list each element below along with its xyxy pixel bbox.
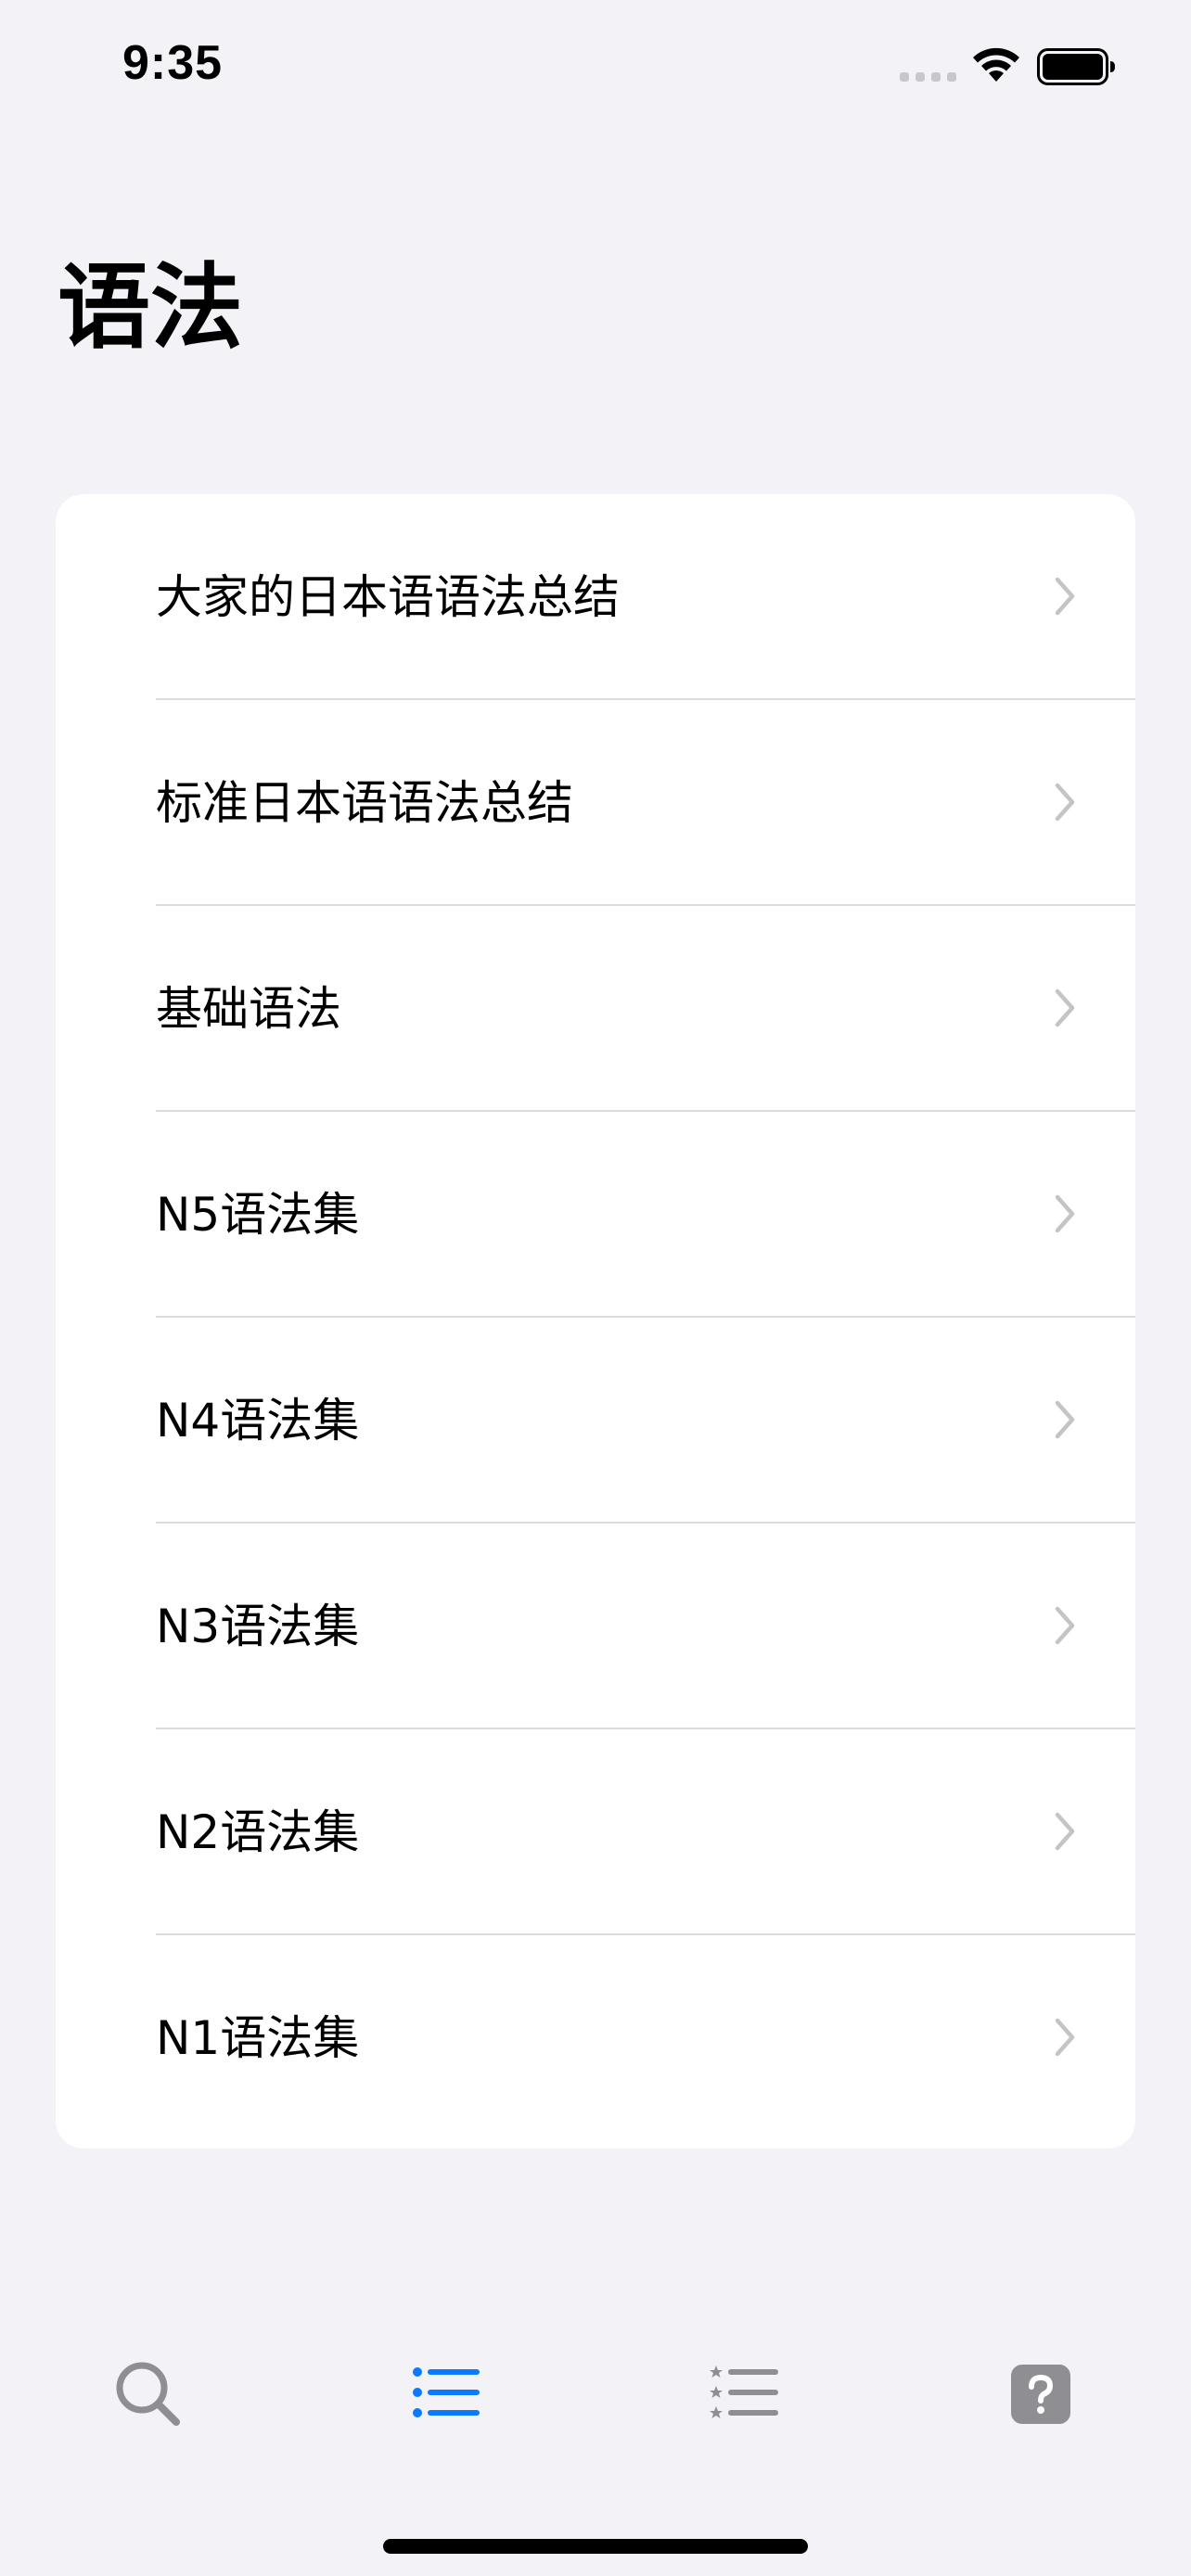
search-icon [116,2362,180,2426]
chevron-right-icon [1055,1400,1075,1439]
list-item-label: N4语法集 [156,1394,360,1447]
wifi-icon [973,47,1019,82]
list-item-label: N5语法集 [156,1188,360,1242]
home-indicator[interactable] [383,2539,808,2554]
list-star-icon [710,2366,778,2418]
question-mark-icon [1011,2365,1070,2424]
tab-favorites-list[interactable] [651,2318,837,2485]
list-item-label: 基础语法 [156,982,341,1036]
list-item-minna-grammar-summary[interactable]: 大家的日本语语法总结 [56,494,1135,700]
tab-grammar-list[interactable] [352,2318,538,2485]
list-item-label: 标准日本语语法总结 [156,776,573,830]
chevron-right-icon [1055,1812,1075,1851]
list-item-standard-grammar-summary[interactable]: 标准日本语语法总结 [56,700,1135,906]
battery-icon [1037,48,1115,85]
chevron-right-icon [1055,577,1075,616]
list-item-label: N3语法集 [156,1600,360,1653]
tab-help[interactable] [948,2318,1133,2485]
list-item-label: N2语法集 [156,1805,360,1859]
cellular-signal-icon [900,72,956,82]
chevron-right-icon [1055,2018,1075,2057]
chevron-right-icon [1055,1194,1075,1233]
page-title: 语法 [58,253,243,362]
list-item-label: 大家的日本语语法总结 [156,570,620,624]
list-item-n1-grammar[interactable]: N1语法集 [56,1935,1135,2141]
status-time: 9:35 [122,36,224,90]
list-item-basic-grammar[interactable]: 基础语法 [56,906,1135,1112]
list-item-n5-grammar[interactable]: N5语法集 [56,1112,1135,1318]
list-item-n2-grammar[interactable]: N2语法集 [56,1729,1135,1935]
chevron-right-icon [1055,783,1075,822]
list-item-n4-grammar[interactable]: N4语法集 [56,1318,1135,1524]
tab-search[interactable] [56,2318,241,2485]
list-bullet-icon [413,2367,480,2417]
chevron-right-icon [1055,988,1075,1027]
status-bar: 9:35 [0,0,1191,139]
list-item-n3-grammar[interactable]: N3语法集 [56,1524,1135,1729]
chevron-right-icon [1055,1606,1075,1645]
grammar-list: 大家的日本语语法总结 标准日本语语法总结 基础语法 N5语法集 N4语法集 N3… [56,494,1135,2149]
list-item-label: N1语法集 [156,2011,360,2065]
tab-bar [0,2318,1191,2485]
